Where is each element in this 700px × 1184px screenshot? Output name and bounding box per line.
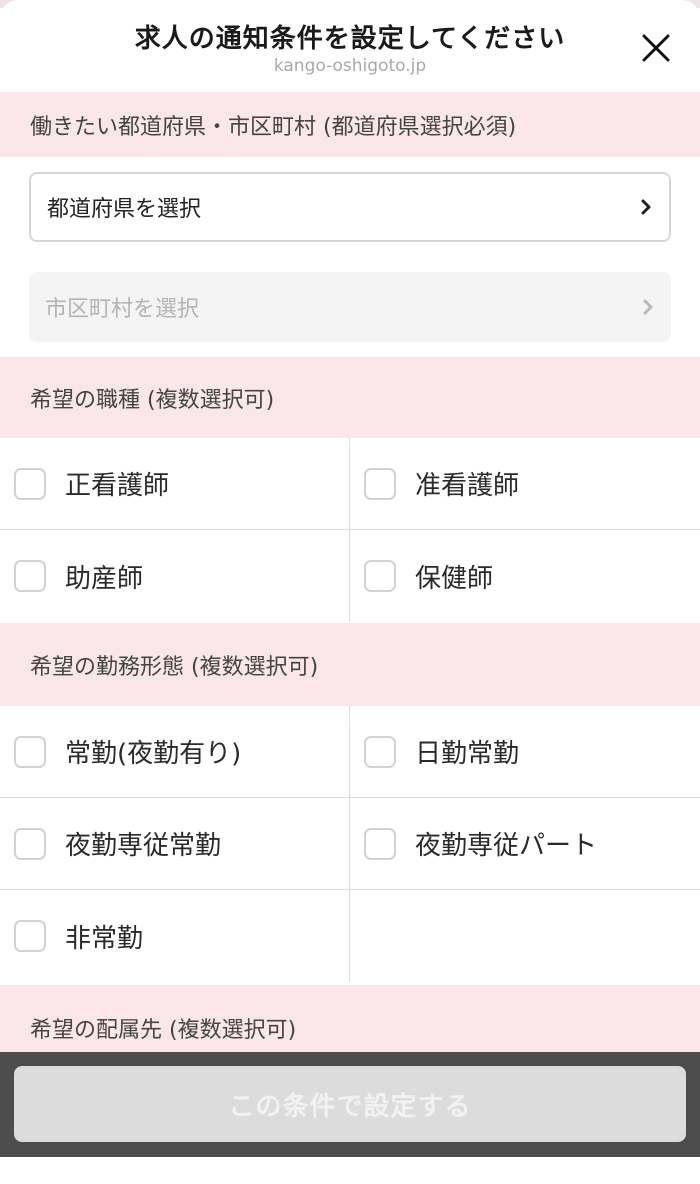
close-button[interactable] xyxy=(638,30,674,66)
option-label: 保健師 xyxy=(415,563,494,594)
bottom-safe-area xyxy=(0,1157,700,1184)
work-style-section-header: 希望の勤務形態 (複数選択可) xyxy=(0,623,700,706)
option-row: 常勤(夜勤有り) 日勤常勤 xyxy=(0,706,700,798)
work-option-night-only-fulltime[interactable]: 夜勤専従常勤 xyxy=(0,798,350,889)
city-select[interactable]: 市区町村を選択 xyxy=(29,272,671,342)
chevron-right-icon xyxy=(643,299,653,315)
job-option-assistant-nurse[interactable]: 准看護師 xyxy=(350,438,700,529)
chevron-right-icon xyxy=(641,199,651,215)
option-label: 日勤常勤 xyxy=(415,739,520,769)
option-label: 夜勤専従常勤 xyxy=(65,831,222,861)
option-label: 常勤(夜勤有り) xyxy=(65,739,242,769)
page-title: 求人の通知条件を設定してください xyxy=(134,24,566,54)
site-url: kango-oshigoto.jp xyxy=(273,56,427,76)
checkbox[interactable] xyxy=(364,467,396,500)
option-label: 准看護師 xyxy=(415,471,520,501)
checkbox[interactable] xyxy=(14,467,46,500)
job-type-options: 正看護師 准看護師 助産師 保健師 xyxy=(0,438,700,622)
checkbox[interactable] xyxy=(14,735,46,768)
location-section-header: 働きたい都道府県・市区町村 (都道府県選択必須) xyxy=(0,92,700,157)
job-option-midwife[interactable]: 助産師 xyxy=(0,530,350,622)
option-row: 正看護師 准看護師 xyxy=(0,438,700,530)
option-row: 非常勤 xyxy=(0,890,700,982)
option-label: 夜勤専従パート xyxy=(415,831,598,861)
notification-settings-sheet: 求人の通知条件を設定してください kango-oshigoto.jp 働きたい都… xyxy=(0,0,700,1184)
job-option-registered-nurse[interactable]: 正看護師 xyxy=(0,438,350,529)
close-icon xyxy=(642,34,670,62)
checkbox[interactable] xyxy=(14,920,46,952)
work-option-fulltime-with-night[interactable]: 常勤(夜勤有り) xyxy=(0,706,350,797)
submit-button[interactable]: この条件で設定する xyxy=(14,1066,686,1142)
empty-cell xyxy=(350,890,700,982)
prefecture-select[interactable]: 都道府県を選択 xyxy=(29,172,671,242)
work-style-options: 常勤(夜勤有り) 日勤常勤 夜勤専従常勤 夜勤専従パート 非常勤 xyxy=(0,706,700,982)
checkbox[interactable] xyxy=(14,560,46,592)
job-type-section-header: 希望の職種 (複数選択可) xyxy=(0,357,700,438)
checkbox[interactable] xyxy=(364,560,396,592)
sheet-header: 求人の通知条件を設定してください kango-oshigoto.jp xyxy=(0,0,700,92)
job-option-public-health-nurse[interactable]: 保健師 xyxy=(350,530,700,622)
checkbox[interactable] xyxy=(14,827,46,860)
work-option-night-only-parttime[interactable]: 夜勤専従パート xyxy=(350,798,700,889)
option-label: 助産師 xyxy=(65,563,144,594)
checkbox[interactable] xyxy=(364,827,396,860)
checkbox[interactable] xyxy=(364,735,396,768)
city-select-label: 市区町村を選択 xyxy=(45,297,200,322)
option-label: 正看護師 xyxy=(65,471,170,501)
work-option-parttime[interactable]: 非常勤 xyxy=(0,890,350,982)
option-row: 助産師 保健師 xyxy=(0,530,700,622)
prefecture-select-label: 都道府県を選択 xyxy=(47,197,202,222)
option-row: 夜勤専従常勤 夜勤専従パート xyxy=(0,798,700,890)
work-option-day-fulltime[interactable]: 日勤常勤 xyxy=(350,706,700,797)
option-label: 非常勤 xyxy=(65,923,144,954)
